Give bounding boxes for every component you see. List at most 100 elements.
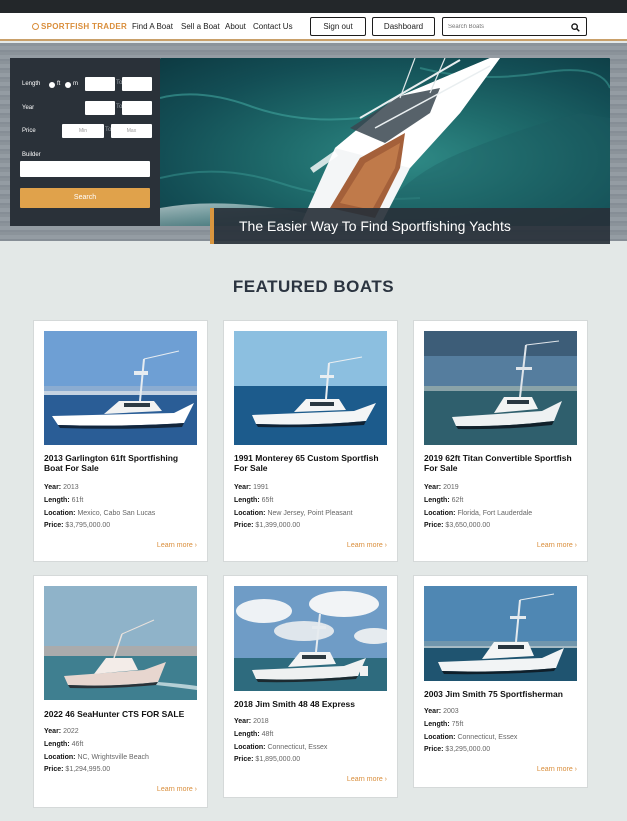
year-field-label: Year: <box>234 718 252 725</box>
boat-photo[interactable] <box>234 586 387 691</box>
nav-find-a-boat[interactable]: Find A Boat <box>132 22 173 31</box>
boat-card[interactable]: 2013 Garlington 61ft Sportfishing Boat F… <box>33 320 208 562</box>
price-label: Price <box>22 128 36 134</box>
boat-photo[interactable] <box>424 586 577 681</box>
boat-photo[interactable] <box>44 586 197 700</box>
search-box <box>442 17 587 36</box>
learn-more-link[interactable]: Learn more › <box>347 776 387 783</box>
boat-price: Price: $3,795,000.00 <box>44 522 110 529</box>
year-field-label: Year: <box>44 484 62 491</box>
location-field-label: Location: <box>424 734 456 741</box>
learn-more-link[interactable]: Learn more › <box>157 542 197 549</box>
boat-photo[interactable] <box>424 331 577 445</box>
boat-location: Location: Connecticut, Essex <box>424 734 517 741</box>
length-value: 75ft <box>451 721 464 728</box>
boat-title[interactable]: 2019 62ft Titan Convertible Sportfish Fo… <box>424 453 574 473</box>
hero-tagline: The Easier Way To Find Sportfishing Yach… <box>239 218 511 234</box>
year-value: 2019 <box>443 484 459 491</box>
nav-sell-a-boat[interactable]: Sell a Boat <box>181 22 220 31</box>
builder-input[interactable] <box>20 161 150 177</box>
year-value: 2013 <box>63 484 79 491</box>
boat-year: Year: 2013 <box>44 484 79 491</box>
boat-year: Year: 2019 <box>424 484 459 491</box>
year-value: 1991 <box>253 484 269 491</box>
boat-card[interactable]: 2003 Jim Smith 75 Sportfisherman Year: 2… <box>413 575 588 788</box>
length-min-input[interactable] <box>85 77 115 91</box>
builder-label: Builder <box>22 152 41 158</box>
length-value: 48ft <box>261 731 274 738</box>
unit-ft-label: ft <box>57 81 61 87</box>
length-value: 62ft <box>451 497 464 504</box>
search-icon[interactable] <box>571 23 580 32</box>
learn-more-link[interactable]: Learn more › <box>157 786 197 793</box>
price-value: $1,895,000.00 <box>255 756 301 763</box>
boat-title[interactable]: 2013 Garlington 61ft Sportfishing Boat F… <box>44 453 194 473</box>
location-value: Mexico, Cabo San Lucas <box>77 510 156 517</box>
nav-about[interactable]: About <box>225 22 246 31</box>
price-field-label: Price: <box>44 522 64 529</box>
price-max-input[interactable]: Max <box>111 124 152 138</box>
nav-contact-us[interactable]: Contact Us <box>253 22 293 31</box>
unit-ft-radio[interactable] <box>49 82 55 88</box>
length-value: 61ft <box>71 497 84 504</box>
boat-card[interactable]: 2019 62ft Titan Convertible Sportfish Fo… <box>413 320 588 562</box>
location-value: NC, Wrightsville Beach <box>77 754 149 761</box>
dashboard-button[interactable]: Dashboard <box>372 17 435 36</box>
length-field-label: Length: <box>234 731 260 738</box>
length-field-label: Length: <box>44 741 70 748</box>
boat-title[interactable]: 2022 46 SeaHunter CTS FOR SALE <box>44 709 194 719</box>
boat-length: Length: 65ft <box>234 497 273 504</box>
boat-length: Length: 46ft <box>44 741 83 748</box>
price-value: $1,399,000.00 <box>255 522 301 529</box>
location-value: New Jersey, Point Pleasant <box>267 510 353 517</box>
location-value: Connecticut, Essex <box>457 734 518 741</box>
boat-length: Length: 61ft <box>44 497 83 504</box>
price-field-label: Price: <box>424 522 444 529</box>
boat-location: Location: Florida, Fort Lauderdale <box>424 510 532 517</box>
boat-location: Location: NC, Wrightsville Beach <box>44 754 149 761</box>
boat-year: Year: 2022 <box>44 728 79 735</box>
boat-card[interactable]: 2018 Jim Smith 48 48 Express Year: 2018 … <box>223 575 398 798</box>
boat-photo[interactable] <box>234 331 387 445</box>
year-value: 2022 <box>63 728 79 735</box>
sign-out-button[interactable]: Sign out <box>310 17 366 36</box>
learn-more-link[interactable]: Learn more › <box>537 766 577 773</box>
filter-search-button[interactable]: Search <box>20 188 150 208</box>
boat-title[interactable]: 1991 Monterey 65 Custom Sportfish For Sa… <box>234 453 384 473</box>
boat-price: Price: $1,895,000.00 <box>234 756 300 763</box>
year-value: 2003 <box>443 708 459 715</box>
unit-m-label: m <box>73 81 78 87</box>
boat-price: Price: $1,294,995.00 <box>44 766 110 773</box>
boat-photo[interactable] <box>44 331 197 445</box>
length-field-label: Length: <box>424 721 450 728</box>
boat-length: Length: 75ft <box>424 721 463 728</box>
top-strip <box>0 0 627 13</box>
price-value: $1,294,995.00 <box>65 766 111 773</box>
length-field-label: Length: <box>44 497 70 504</box>
search-input[interactable] <box>448 21 568 33</box>
boat-year: Year: 2003 <box>424 708 459 715</box>
boat-card[interactable]: 2022 46 SeaHunter CTS FOR SALE Year: 202… <box>33 575 208 808</box>
boat-length: Length: 62ft <box>424 497 463 504</box>
year-field-label: Year: <box>424 708 442 715</box>
featured-heading: FEATURED BOATS <box>232 277 395 296</box>
boat-card[interactable]: 1991 Monterey 65 Custom Sportfish For Sa… <box>223 320 398 562</box>
location-field-label: Location: <box>234 744 266 751</box>
price-min-input[interactable]: Min <box>62 124 104 138</box>
price-field-label: Price: <box>234 756 254 763</box>
year-max-input[interactable] <box>122 101 152 115</box>
unit-m-radio[interactable] <box>65 82 71 88</box>
year-min-input[interactable] <box>85 101 115 115</box>
length-max-input[interactable] <box>122 77 152 91</box>
logo-hook-icon <box>32 23 39 30</box>
location-field-label: Location: <box>44 754 76 761</box>
learn-more-link[interactable]: Learn more › <box>347 542 387 549</box>
boat-price: Price: $1,399,000.00 <box>234 522 300 529</box>
price-value: $3,795,000.00 <box>65 522 111 529</box>
learn-more-link[interactable]: Learn more › <box>537 542 577 549</box>
boat-title[interactable]: 2003 Jim Smith 75 Sportfisherman <box>424 689 574 699</box>
site-logo[interactable]: SPORTFISH TRADER <box>32 22 127 31</box>
location-value: Florida, Fort Lauderdale <box>457 510 533 517</box>
boat-title[interactable]: 2018 Jim Smith 48 48 Express <box>234 699 384 709</box>
boat-year: Year: 1991 <box>234 484 269 491</box>
